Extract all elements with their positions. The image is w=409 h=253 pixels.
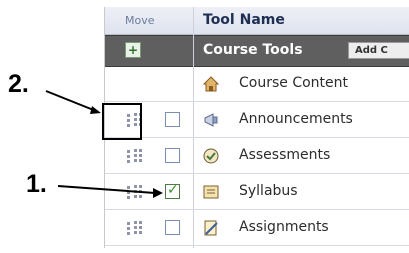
arrow-1-line (57, 185, 156, 194)
callout-arrows (45, 90, 163, 198)
arrow-2-head (90, 106, 101, 114)
arrow-1-head (153, 188, 163, 198)
arrow-2-line (45, 90, 97, 112)
